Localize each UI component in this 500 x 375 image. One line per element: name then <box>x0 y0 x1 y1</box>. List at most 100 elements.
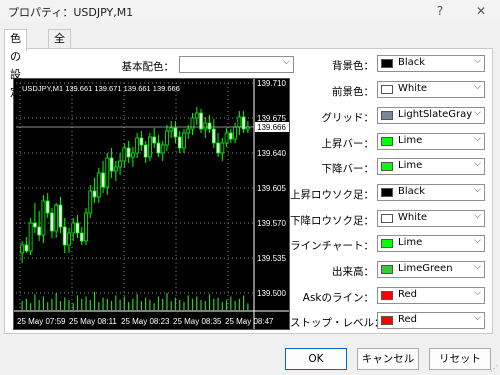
candle-body <box>173 127 178 138</box>
candle-body <box>92 190 97 198</box>
candle-body <box>152 136 157 144</box>
candle-body <box>75 222 80 234</box>
setting-select-stop-level[interactable]: Red ⌵ <box>377 312 485 329</box>
time-tick-label: 25 May 07:59 <box>17 317 66 326</box>
candle-body <box>84 212 88 242</box>
current-price-label: 139.666 <box>257 123 286 132</box>
price-tick-label: 139.675 <box>257 114 286 123</box>
candle-body <box>165 130 169 146</box>
time-tick-label: 25 May 08:11 <box>69 317 117 326</box>
setting-value-line-chart: Lime <box>398 237 423 248</box>
candle-body <box>28 222 33 252</box>
candle-body <box>50 212 54 232</box>
setting-label-bull-candle: 上昇ロウソク足： <box>290 189 374 201</box>
candle-body <box>122 147 127 162</box>
candle-body <box>216 142 220 154</box>
resize-grip-icon[interactable]: ⋰ <box>490 364 498 373</box>
cancel-button[interactable]: キャンセル <box>357 348 419 370</box>
setting-select-line-chart[interactable]: Lime ⌵ <box>377 235 485 252</box>
candle-body <box>45 200 50 214</box>
candle-body <box>118 160 122 168</box>
setting-label-stop-level: ストップ・レベル： <box>290 317 385 329</box>
color-scheme-label: 基本配色： <box>121 61 175 73</box>
candle-body <box>203 122 208 130</box>
setting-select-bar-down[interactable]: Lime ⌵ <box>377 158 485 175</box>
candle-body <box>139 137 144 146</box>
candle-body <box>101 172 105 188</box>
setting-select-bear-candle[interactable]: White ⌵ <box>377 210 485 227</box>
setting-value-volume: LimeGreen <box>398 263 453 274</box>
candle-body <box>237 116 242 128</box>
setting-value-ask-line: Red <box>398 289 417 300</box>
tab-general[interactable]: 全般 <box>48 29 71 63</box>
chevron-down-icon: ⌵ <box>474 185 481 195</box>
setting-label-grid: グリッド： <box>321 112 375 124</box>
candle-body <box>207 122 212 130</box>
color-swatch <box>381 162 393 171</box>
setting-select-bar-up[interactable]: Lime ⌵ <box>377 133 485 150</box>
chevron-down-icon: ⌵ <box>474 159 481 169</box>
chevron-down-icon: ⌵ <box>474 108 481 118</box>
setting-label-line-chart: ラインチャート： <box>290 240 374 252</box>
setting-select-grid[interactable]: LightSlateGray ⌵ <box>377 107 485 124</box>
setting-value-bear-candle: White <box>398 212 428 223</box>
candle-body <box>126 147 131 158</box>
reset-button[interactable]: リセット <box>429 348 491 370</box>
candle-body <box>41 200 46 236</box>
price-tick-label: 139.710 <box>257 79 286 88</box>
candle-body <box>220 142 225 154</box>
price-tick-label: 139.605 <box>257 184 286 193</box>
color-swatch <box>381 111 393 120</box>
candle-body <box>169 127 174 132</box>
candle-body <box>186 128 191 134</box>
tab-colors[interactable]: 色の設定 <box>4 29 27 99</box>
candle-body <box>62 226 67 246</box>
setting-select-volume[interactable]: LimeGreen ⌵ <box>377 261 485 278</box>
candle-body <box>194 112 199 119</box>
color-swatch <box>381 137 393 146</box>
candle-body <box>109 157 114 172</box>
candle-body <box>160 144 165 154</box>
candle-body <box>67 232 71 246</box>
setting-value-bull-candle: Black <box>398 186 426 197</box>
candle-body <box>88 190 93 214</box>
setting-select-background[interactable]: Black ⌵ <box>377 55 485 72</box>
price-tick-label: 139.500 <box>257 289 286 298</box>
setting-select-ask-line[interactable]: Red ⌵ <box>377 287 485 304</box>
candle-body <box>224 132 229 144</box>
candle-body <box>24 244 29 252</box>
setting-label-bear-candle: 下降ロウソク足： <box>290 215 374 227</box>
candle-body <box>33 222 37 228</box>
setting-value-foreground: White <box>398 83 428 94</box>
setting-value-stop-level: Red <box>398 314 417 325</box>
chevron-down-icon: ⌵ <box>283 57 290 67</box>
setting-value-grid: LightSlateGray <box>398 109 473 120</box>
chevron-down-icon: ⌵ <box>474 56 481 66</box>
candle-body <box>135 137 140 154</box>
title-bar: プロパティ：USDJPY,M1 ? ✕ <box>0 0 500 22</box>
setting-select-bull-candle[interactable]: Black ⌵ <box>377 184 485 201</box>
candle-body <box>71 222 76 234</box>
color-scheme-select[interactable]: ⌵ <box>179 56 294 73</box>
candle-body <box>37 226 42 236</box>
setting-label-ask-line: Askのライン： <box>302 292 374 304</box>
chevron-down-icon: ⌵ <box>474 211 481 221</box>
candle-body <box>105 157 110 188</box>
color-swatch <box>381 188 393 197</box>
candle-body <box>233 126 237 140</box>
color-swatch <box>381 291 393 300</box>
price-tick-label: 139.640 <box>257 149 286 158</box>
close-button[interactable]: ✕ <box>466 1 496 21</box>
candle-body <box>20 244 25 254</box>
setting-label-bar-down: 下降バー： <box>321 163 375 175</box>
ok-button[interactable]: OK <box>285 348 347 370</box>
chevron-down-icon: ⌵ <box>474 236 481 246</box>
candle-body <box>96 172 101 198</box>
color-swatch <box>381 316 393 325</box>
color-swatch <box>381 265 393 274</box>
setting-select-foreground[interactable]: White ⌵ <box>377 81 485 98</box>
help-button[interactable]: ? <box>425 1 455 21</box>
color-swatch <box>381 239 393 248</box>
chevron-down-icon: ⌵ <box>474 313 481 323</box>
candle-body <box>54 204 59 232</box>
